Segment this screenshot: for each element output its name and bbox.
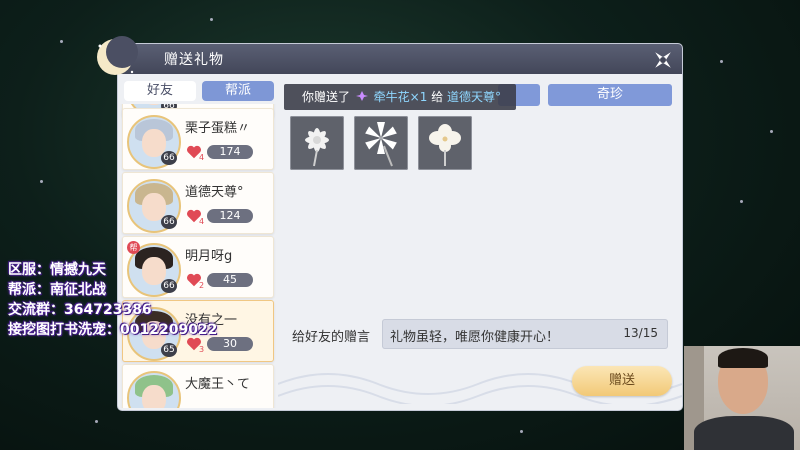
moon-icon	[97, 36, 138, 75]
guild-badge: 帮	[127, 241, 140, 254]
gift-slot-orchid[interactable]	[418, 116, 472, 170]
affinity-value: 124	[207, 209, 253, 223]
gift-sent-toast: 你赠送了 牵牛花×1 给 道德天尊°	[284, 84, 516, 110]
title-bar: 赠送礼物	[97, 36, 682, 75]
overlay-group: 交流群：364723386	[8, 302, 152, 318]
toast-middle: 给	[431, 90, 444, 104]
window-title: 赠送礼物	[164, 52, 224, 68]
level-badge: 66	[161, 215, 177, 229]
toast-item: 牵牛花×1	[373, 90, 428, 104]
affinity-value: 174	[207, 145, 253, 159]
friend-name: 栗子蛋糕〃	[185, 121, 251, 136]
flower-icon	[355, 91, 368, 101]
stream-overlay: 区服：情撼九天 帮派：南征北战 交流群：364723386 接挖图打书洗宠：00…	[8, 260, 217, 340]
overlay-contact: 接挖图打书洗宠：0012209022	[8, 322, 218, 338]
daisy-icon	[305, 128, 329, 167]
gift-panel: 赠送礼物 好友 帮派 66 66 栗子蛋糕〃 4	[97, 36, 682, 410]
tab-guild[interactable]: 帮派	[202, 81, 274, 101]
toast-target: 道德天尊°	[447, 90, 502, 104]
friend-name: 道德天尊°	[185, 185, 244, 200]
friend-list[interactable]: 66 66 栗子蛋糕〃 4 174 66 道德天尊°	[120, 104, 276, 408]
heart-count: 4	[199, 153, 205, 162]
lily-icon	[365, 122, 397, 167]
send-gift-button[interactable]: 赠送	[572, 366, 672, 396]
orchid-icon	[429, 124, 461, 166]
gift-slot-daisy[interactable]	[290, 116, 344, 170]
gift-slot-lily[interactable]	[354, 116, 408, 170]
overlay-server: 区服：情撼九天	[8, 262, 106, 278]
level-badge: 65	[161, 343, 177, 357]
toast-prefix: 你赠送了	[302, 90, 351, 104]
avatar	[127, 371, 181, 408]
heart-count: 4	[199, 217, 205, 226]
message-char-count: 13/15	[623, 326, 658, 340]
message-input[interactable]: 礼物虽轻，唯愿你健康开心！ 13/15	[382, 319, 668, 349]
webcam-feed	[684, 346, 800, 450]
friend-card[interactable]: 66 道德天尊° 4 124	[122, 172, 274, 234]
heart-count: 3	[199, 345, 205, 354]
close-icon[interactable]	[650, 47, 676, 73]
friend-card[interactable]: 大魔王丶て	[122, 364, 274, 408]
tab-rare[interactable]: 奇珍	[548, 84, 672, 106]
friend-name: 大魔王丶て	[185, 377, 251, 392]
message-label: 给好友的赠言	[292, 330, 371, 345]
friend-panel: 好友 帮派 66 66 栗子蛋糕〃 4 174	[120, 78, 276, 408]
overlay-guild: 帮派：南征北战	[8, 282, 106, 298]
message-text: 礼物虽轻，唯愿你健康开心！	[390, 330, 560, 345]
friend-card[interactable]: 66 栗子蛋糕〃 4 174	[122, 108, 274, 170]
level-badge: 66	[161, 151, 177, 165]
tab-friends[interactable]: 好友	[124, 81, 196, 101]
